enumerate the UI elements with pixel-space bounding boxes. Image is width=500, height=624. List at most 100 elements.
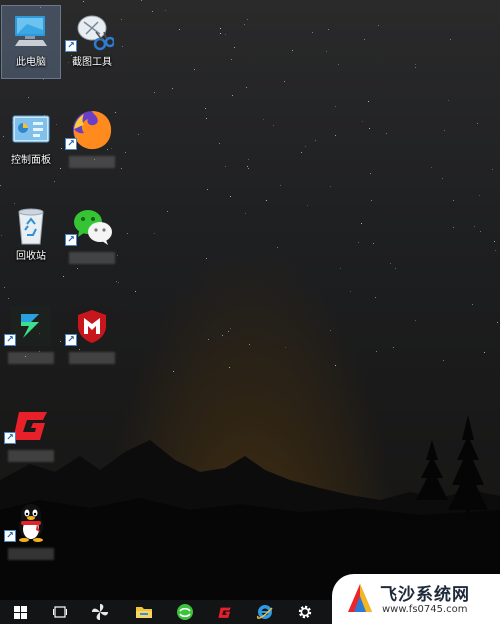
star bbox=[492, 169, 493, 170]
site-watermark: 飞沙系统网 www.fs0745.com bbox=[332, 574, 500, 624]
star bbox=[444, 130, 445, 131]
recycle-bin-icon bbox=[18, 208, 44, 245]
star bbox=[369, 128, 370, 129]
taskbar-file-explorer[interactable] bbox=[124, 600, 164, 624]
star bbox=[194, 69, 195, 70]
star bbox=[292, 50, 293, 51]
desktop-background: 此电脑 ↗ 截图工具 控制面板 ↗ 回收站 ↗ ↗ ↗ ↗ ↗ bbox=[0, 0, 500, 600]
wechat-label-blurred bbox=[69, 252, 115, 264]
star bbox=[326, 51, 327, 52]
star bbox=[208, 339, 209, 340]
star bbox=[247, 166, 248, 167]
star bbox=[480, 231, 481, 232]
taskbar-settings[interactable] bbox=[285, 600, 325, 624]
star bbox=[28, 97, 29, 98]
star bbox=[338, 64, 339, 65]
desktop-icon-firefox[interactable]: ↗ bbox=[63, 104, 121, 176]
star bbox=[312, 32, 313, 33]
star bbox=[225, 34, 226, 35]
star bbox=[395, 268, 396, 269]
star bbox=[362, 121, 363, 122]
star bbox=[415, 320, 416, 321]
star bbox=[361, 223, 362, 224]
star bbox=[8, 298, 9, 299]
taskbar-green-browser[interactable] bbox=[165, 600, 205, 624]
mountain-silhouette bbox=[0, 415, 500, 600]
star bbox=[248, 168, 249, 169]
watermark-title: 飞沙系统网 bbox=[380, 585, 470, 605]
desktop-icon-recycle-bin[interactable]: 回收站 bbox=[2, 200, 60, 272]
star bbox=[284, 81, 285, 82]
star bbox=[415, 67, 416, 68]
shortcut-arrow-icon: ↗ bbox=[65, 138, 77, 150]
task-view-icon bbox=[53, 606, 67, 618]
firefox-label-blurred bbox=[69, 156, 115, 168]
desktop-icon-control-panel[interactable]: 控制面板 bbox=[2, 104, 60, 176]
star bbox=[474, 226, 475, 227]
star bbox=[116, 281, 117, 282]
star bbox=[370, 173, 371, 174]
star bbox=[154, 233, 155, 234]
shortcut-arrow-icon: ↗ bbox=[4, 334, 16, 346]
star bbox=[477, 123, 478, 124]
shortcut-arrow-icon: ↗ bbox=[65, 334, 77, 346]
star bbox=[225, 166, 226, 167]
pinwheel-icon bbox=[92, 604, 108, 620]
star bbox=[330, 330, 331, 331]
taskbar-internet-explorer[interactable] bbox=[245, 600, 285, 624]
desktop-icon-red-g-app[interactable]: ↗ bbox=[2, 398, 60, 470]
star bbox=[266, 200, 267, 201]
star bbox=[61, 148, 62, 149]
star bbox=[141, 0, 142, 1]
taskbar-pinwheel-app[interactable] bbox=[80, 600, 120, 624]
star bbox=[301, 152, 302, 153]
star bbox=[125, 152, 126, 153]
control-panel-icon bbox=[12, 115, 50, 143]
star bbox=[206, 118, 207, 119]
star bbox=[375, 297, 376, 298]
star bbox=[277, 247, 278, 248]
star bbox=[453, 227, 454, 228]
star bbox=[386, 133, 387, 134]
desktop-icon-this-pc[interactable]: 此电脑 bbox=[1, 5, 61, 79]
star bbox=[415, 64, 416, 65]
star bbox=[228, 331, 229, 332]
star bbox=[60, 341, 61, 342]
star bbox=[453, 200, 454, 201]
star bbox=[232, 95, 233, 96]
taskbar-red-g-app[interactable] bbox=[205, 600, 245, 624]
task-view-button[interactable] bbox=[40, 600, 80, 624]
star bbox=[248, 159, 249, 160]
desktop-icon-green-app[interactable]: ↗ bbox=[2, 300, 60, 372]
star bbox=[4, 287, 5, 288]
star bbox=[376, 351, 377, 352]
folder-icon bbox=[136, 607, 152, 618]
desktop-icon-wechat[interactable]: ↗ bbox=[63, 200, 121, 272]
desktop-icon-snipping-tool[interactable]: ↗ 截图工具 bbox=[63, 6, 121, 78]
green-circle-app-icon bbox=[177, 604, 193, 620]
star bbox=[54, 181, 55, 182]
star bbox=[245, 213, 246, 214]
desktop-icon-mcafee[interactable]: ↗ bbox=[63, 300, 121, 372]
star bbox=[378, 25, 379, 26]
start-button[interactable] bbox=[0, 600, 40, 624]
star bbox=[167, 211, 168, 212]
star bbox=[472, 304, 473, 305]
star bbox=[305, 146, 306, 147]
star bbox=[497, 322, 498, 323]
star bbox=[63, 276, 64, 277]
star bbox=[371, 200, 372, 201]
snipping-tool-label: 截图工具 bbox=[72, 57, 112, 68]
green-app-label-blurred bbox=[8, 352, 54, 364]
star bbox=[179, 29, 180, 30]
star bbox=[154, 92, 155, 93]
star bbox=[152, 11, 153, 12]
star bbox=[280, 185, 281, 186]
recycle-bin-label: 回收站 bbox=[16, 251, 46, 262]
star bbox=[484, 352, 485, 353]
star bbox=[364, 39, 365, 40]
star bbox=[60, 168, 61, 169]
gear-icon bbox=[298, 605, 312, 619]
desktop-icon-qq[interactable]: ↗ bbox=[2, 496, 60, 568]
star bbox=[135, 291, 136, 292]
